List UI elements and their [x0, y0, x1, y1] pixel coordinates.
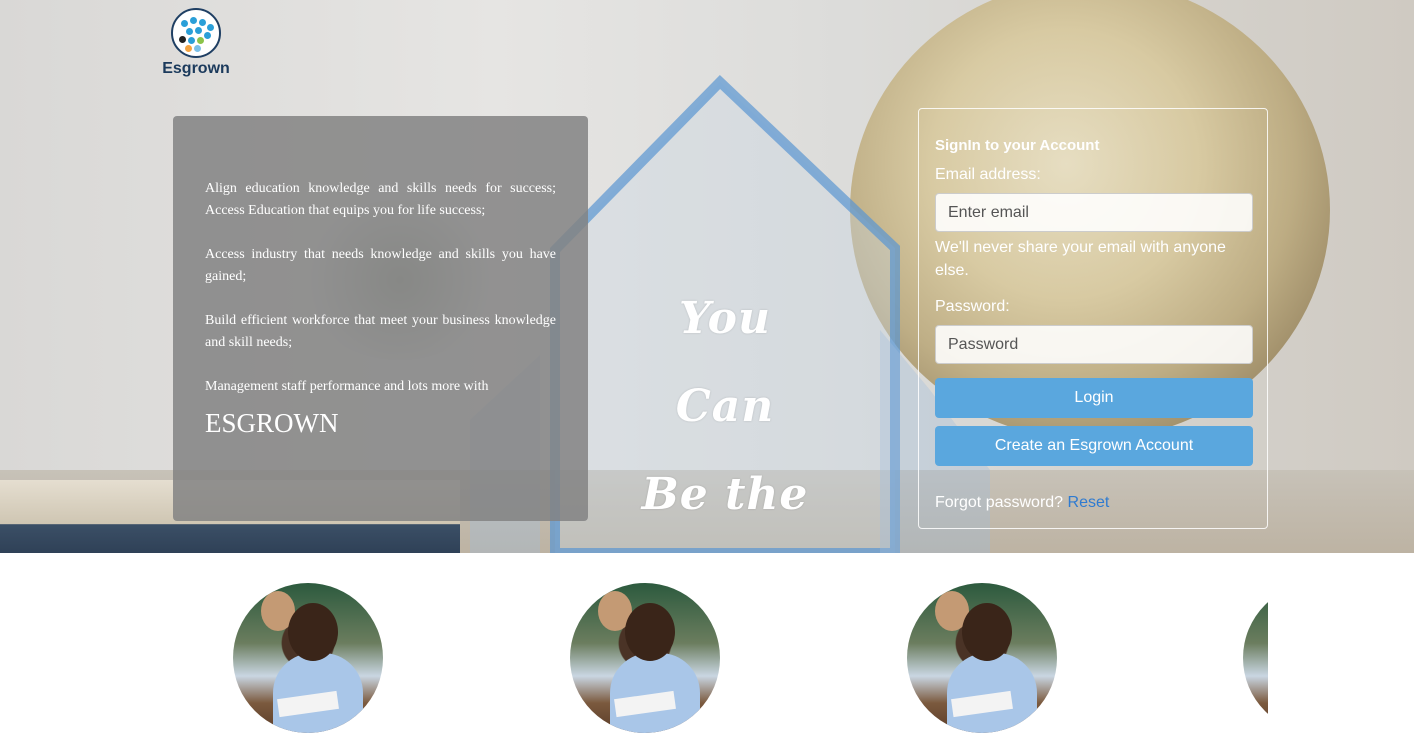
- password-field[interactable]: [935, 325, 1253, 364]
- password-label: Password:: [935, 298, 1010, 315]
- login-form: SignIn to your Account Email address: We…: [918, 108, 1268, 529]
- photo-carousel: [0, 553, 1414, 738]
- email-label: Email address:: [935, 166, 1041, 183]
- slogan-line: You: [679, 293, 771, 344]
- logo-text: Esgrown: [162, 60, 230, 77]
- student-photo-partial[interactable]: [1243, 583, 1268, 733]
- student-photo[interactable]: [233, 583, 383, 733]
- esgrown-logo[interactable]: Esgrown: [158, 8, 234, 78]
- slogan-line: Be the best: [641, 469, 809, 520]
- info-line: Management staff performance and lots mo…: [205, 379, 489, 394]
- info-line: Access industry that needs knowledge and…: [205, 247, 556, 284]
- reset-link[interactable]: Reset: [1068, 494, 1110, 511]
- email-field[interactable]: [935, 193, 1253, 232]
- logo-dots-icon: [171, 8, 221, 58]
- hero-banner: Esgrown Align education knowledge and sk…: [0, 0, 1414, 553]
- slogan-line: Can: [675, 381, 775, 432]
- info-brand-name: ESGROWN: [205, 408, 339, 438]
- info-line: Align education knowledge and skills nee…: [205, 181, 556, 218]
- slogan: You Can Be the best: [600, 275, 850, 553]
- student-photo[interactable]: [570, 583, 720, 733]
- info-line: Build efficient workforce that meet your…: [205, 313, 556, 350]
- email-help-text: We'll never share your email with anyone…: [935, 239, 1226, 279]
- forgot-password: Forgot password? Reset: [935, 494, 1251, 512]
- forgot-password-text: Forgot password?: [935, 494, 1064, 511]
- login-title: SignIn to your Account: [935, 137, 1100, 154]
- create-account-button[interactable]: Create an Esgrown Account: [935, 426, 1253, 466]
- student-photo[interactable]: [907, 583, 1057, 733]
- info-panel: Align education knowledge and skills nee…: [173, 116, 588, 521]
- login-button[interactable]: Login: [935, 378, 1253, 418]
